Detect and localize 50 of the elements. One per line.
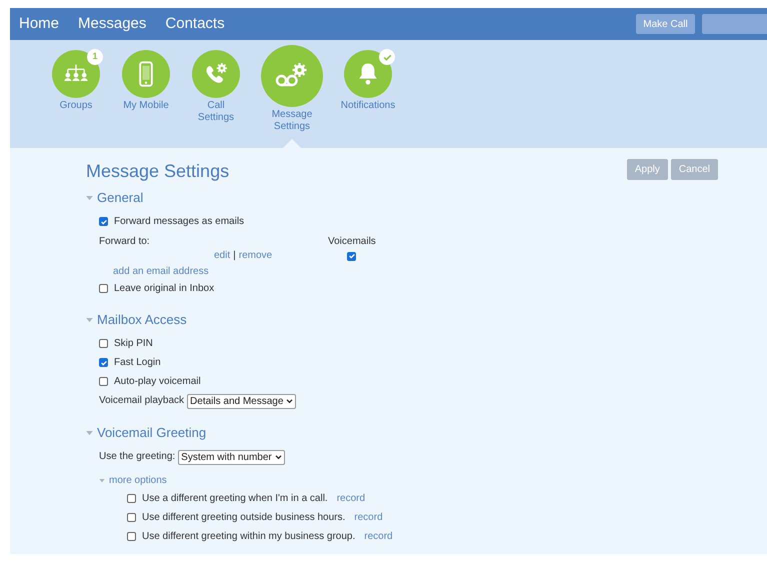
checkbox[interactable]: [127, 513, 136, 522]
check-badge: [379, 49, 395, 65]
nav-link[interactable]: Messages: [78, 12, 146, 36]
dropdown[interactable]: Details and Message: [187, 394, 296, 408]
checkbox[interactable]: [99, 377, 108, 386]
section-heading: General: [97, 190, 144, 206]
tab-label: Call Settings: [196, 100, 236, 124]
tab-label: Message Settings: [270, 109, 314, 133]
record-link[interactable]: record: [354, 512, 383, 524]
separator: |: [233, 250, 236, 262]
checkbox-label: Skip PIN: [114, 338, 153, 350]
checkbox-label: Forward messages as emails: [114, 216, 244, 228]
nav-link[interactable]: Contacts: [165, 12, 225, 36]
make-call-button[interactable]: Make Call: [636, 14, 695, 34]
tab-label: Notifications: [340, 100, 396, 112]
checkbox-label: Fast Login: [114, 356, 161, 368]
field-label: Voicemail playback: [99, 395, 184, 407]
section-heading: Mailbox Access: [97, 312, 187, 328]
search-field[interactable]: [702, 14, 767, 34]
page-title: Message Settings: [86, 160, 230, 183]
section-heading: Voicemail Greeting: [97, 425, 206, 441]
edit-link[interactable]: edit: [214, 250, 230, 262]
checkbox-label: Use different greeting outside business hours.: [142, 512, 346, 524]
checkbox-label: Use a different greeting when I'm in a call.: [142, 492, 328, 504]
count-badge: 1: [87, 49, 103, 65]
dropdown[interactable]: System with number: [178, 450, 285, 464]
checkbox[interactable]: [127, 532, 136, 541]
checkbox-label: Auto-play voicemail: [114, 376, 201, 388]
nav-link[interactable]: Home: [19, 12, 60, 36]
field-label: Use the greeting:: [99, 451, 176, 463]
chevron-icon: [274, 454, 282, 460]
checkbox[interactable]: [127, 494, 136, 503]
tab-label: Groups: [58, 100, 94, 112]
checkbox-label: Leave original in Inbox: [114, 282, 214, 294]
checkbox[interactable]: [99, 284, 108, 293]
column-heading: Voicemails: [328, 236, 375, 248]
feature-tab[interactable]: 1: [52, 50, 100, 98]
checkbox-label: Use different greeting within my business group.: [142, 530, 356, 542]
checkbox[interactable]: [99, 358, 108, 367]
tab-label: My Mobile: [122, 100, 170, 112]
more-options-link[interactable]: more options: [109, 475, 167, 487]
checkbox[interactable]: [99, 339, 108, 348]
add-email-link[interactable]: add an email address: [113, 266, 209, 278]
field-label: Forward to:: [99, 236, 151, 248]
remove-link[interactable]: remove: [238, 250, 272, 262]
record-link[interactable]: record: [336, 492, 366, 504]
checkbox[interactable]: [99, 217, 108, 226]
chevron-icon: [286, 398, 294, 404]
record-link[interactable]: record: [364, 530, 393, 542]
checkbox[interactable]: [347, 252, 356, 260]
